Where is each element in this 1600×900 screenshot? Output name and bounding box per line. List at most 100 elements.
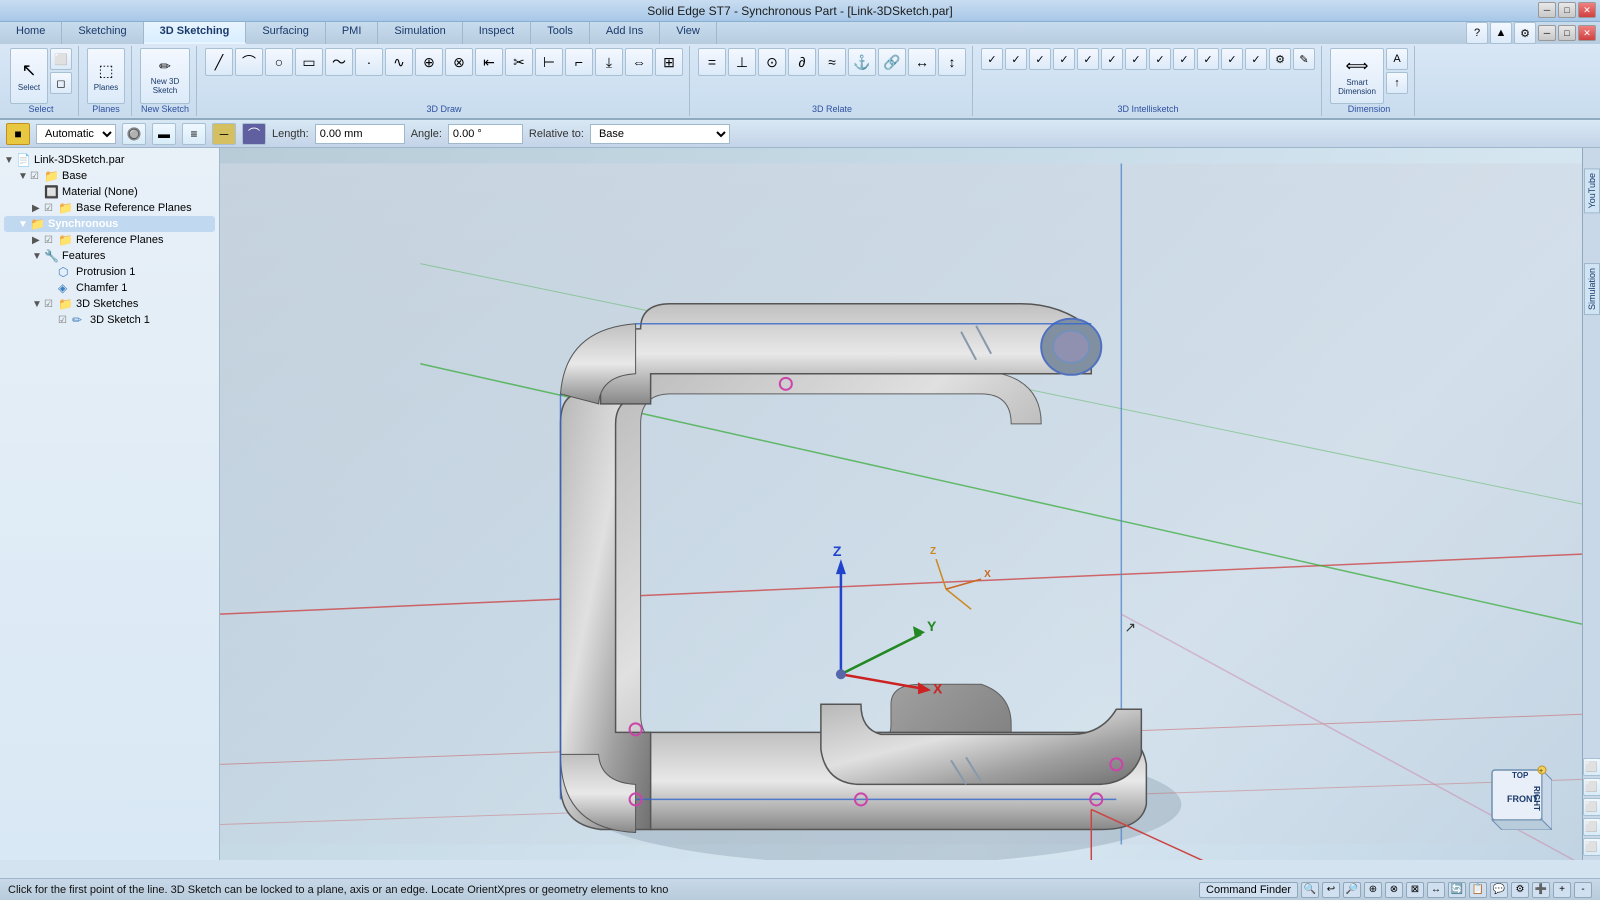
trim-button[interactable]: ✂ [505, 48, 533, 76]
rp-btn4[interactable]: ⬜ [1583, 818, 1600, 836]
tree-item-root[interactable]: ▼ 📄 Link-3DSketch.par [4, 152, 215, 168]
equal-rel-button[interactable]: ≈ [818, 48, 846, 76]
is-btn12[interactable]: ✓ [1245, 48, 1267, 70]
tangent-rel-button[interactable]: ∂ [788, 48, 816, 76]
tree-item-base[interactable]: ▼ ☑ 📁 Base [4, 168, 215, 184]
opt-btn3[interactable]: ≡ [182, 123, 206, 145]
tree-toggle-base-ref[interactable]: ▶ [32, 203, 44, 214]
tree-item-prot1[interactable]: ⬡ Protrusion 1 [4, 264, 215, 280]
is-btn7[interactable]: ✓ [1125, 48, 1147, 70]
is-btn6[interactable]: ✓ [1101, 48, 1123, 70]
rp-btn1[interactable]: ⬜ [1583, 758, 1600, 776]
vertical-rel-button[interactable]: ↕ [938, 48, 966, 76]
tree-toggle-features[interactable]: ▼ [32, 251, 44, 262]
is-btn3[interactable]: ✓ [1029, 48, 1051, 70]
tab-simulation[interactable]: Simulation [378, 22, 462, 44]
options-button[interactable]: ⚙ [1514, 22, 1536, 44]
status-btn12[interactable]: ➕ [1532, 882, 1550, 898]
dim-btn2[interactable]: ↑ [1386, 72, 1408, 94]
is-btn1[interactable]: ✓ [981, 48, 1003, 70]
fix-rel-button[interactable]: ⚓ [848, 48, 876, 76]
opt-btn5[interactable]: ⌒ [242, 123, 266, 145]
zoom-in-btn[interactable]: + [1553, 882, 1571, 898]
minimize-button[interactable]: ─ [1538, 2, 1556, 18]
app-max-button[interactable]: □ [1558, 25, 1576, 41]
angle-input[interactable] [448, 124, 523, 144]
rectangle-button[interactable]: ▭ [295, 48, 323, 76]
spline-button[interactable]: 〜 [325, 48, 353, 76]
smart-dimension-button[interactable]: ⟺ Smart Dimension [1330, 48, 1384, 104]
select-face-button[interactable]: ⬜ [50, 48, 72, 70]
simulation-tab[interactable]: Simulation [1584, 263, 1600, 315]
tree-toggle-root[interactable]: ▼ [4, 155, 16, 166]
status-btn5[interactable]: ⊗ [1385, 882, 1403, 898]
extend-button[interactable]: ⊢ [535, 48, 563, 76]
coincident-rel-button[interactable]: ⊙ [758, 48, 786, 76]
is-btn4[interactable]: ✓ [1053, 48, 1075, 70]
intersect-button[interactable]: ⊗ [445, 48, 473, 76]
status-btn10[interactable]: 💬 [1490, 882, 1508, 898]
youtube-tab[interactable]: YouTube [1584, 168, 1600, 213]
tree-toggle-3d-sketches[interactable]: ▼ [32, 299, 44, 310]
arc-button[interactable]: ⌒ [235, 48, 263, 76]
tree-item-ref-planes[interactable]: ▶ ☑ 📁 Reference Planes [4, 232, 215, 248]
rp-btn3[interactable]: ⬜ [1583, 798, 1600, 816]
tree-toggle-ref-planes[interactable]: ▶ [32, 235, 44, 246]
tab-sketching[interactable]: Sketching [62, 22, 143, 44]
tree-toggle-base[interactable]: ▼ [18, 171, 30, 182]
mode-select[interactable]: Automatic [36, 124, 116, 144]
point-button[interactable]: · [355, 48, 383, 76]
status-btn1[interactable]: 🔍 [1301, 882, 1319, 898]
tree-toggle-sync[interactable]: ▼ [18, 219, 30, 230]
dim-btn1[interactable]: A [1386, 48, 1408, 70]
offset-button[interactable]: ⇤ [475, 48, 503, 76]
is-btn5[interactable]: ✓ [1077, 48, 1099, 70]
tab-inspect[interactable]: Inspect [463, 22, 531, 44]
opt-btn1[interactable]: 🔘 [122, 123, 146, 145]
zoom-out-btn[interactable]: - [1574, 882, 1592, 898]
viewport[interactable]: R50 Z Y X [220, 148, 1582, 860]
status-btn4[interactable]: ⊕ [1364, 882, 1382, 898]
tree-item-cham1[interactable]: ◈ Chamfer 1 [4, 280, 215, 296]
tab-pmi[interactable]: PMI [326, 22, 379, 44]
tree-item-material[interactable]: 🔲 Material (None) [4, 184, 215, 200]
sketch-color-button[interactable]: ■ [6, 123, 30, 145]
project-button[interactable]: ⊕ [415, 48, 443, 76]
tree-item-3d-sketch1[interactable]: ☑ ✏ 3D Sketch 1 [4, 312, 215, 328]
is-btn2[interactable]: ✓ [1005, 48, 1027, 70]
tab-view[interactable]: View [660, 22, 717, 44]
select-edge-button[interactable]: ◻ [50, 72, 72, 94]
3d-curve-button[interactable]: ∿ [385, 48, 413, 76]
app-close-button[interactable]: ✕ [1578, 25, 1596, 41]
opt-btn4[interactable]: ─ [212, 123, 236, 145]
maximize-button[interactable]: □ [1558, 2, 1576, 18]
is-btn9[interactable]: ✓ [1173, 48, 1195, 70]
rp-btn5[interactable]: ⬜ [1583, 838, 1600, 856]
relative-select[interactable]: Base [590, 124, 730, 144]
tab-surfacing[interactable]: Surfacing [246, 22, 325, 44]
status-btn8[interactable]: 🔄 [1448, 882, 1466, 898]
fillet-button[interactable]: ⌐ [565, 48, 593, 76]
tab-home[interactable]: Home [0, 22, 62, 44]
break-button[interactable]: ⤓ [595, 48, 623, 76]
tree-item-3d-sketches[interactable]: ▼ ☑ 📁 3D Sketches [4, 296, 215, 312]
planes-button[interactable]: ⬚ Planes [87, 48, 125, 104]
status-btn3[interactable]: 🔎 [1343, 882, 1361, 898]
is-btn13[interactable]: ⚙ [1269, 48, 1291, 70]
coord-cube[interactable]: FRONT RIGHT TOP + [1482, 760, 1552, 830]
select-button[interactable]: ↖ Select [10, 48, 48, 104]
help-button[interactable]: ? [1466, 22, 1488, 44]
line-button[interactable]: ╱ [205, 48, 233, 76]
circle-button[interactable]: ○ [265, 48, 293, 76]
tab-3d-sketching[interactable]: 3D Sketching [144, 22, 247, 44]
status-btn9[interactable]: 📋 [1469, 882, 1487, 898]
tree-item-features[interactable]: ▼ 🔧 Features [4, 248, 215, 264]
perpendicular-rel-button[interactable]: ⊥ [728, 48, 756, 76]
tree-item-sync[interactable]: ▼ 📁 Synchronous [4, 216, 215, 232]
tab-addins[interactable]: Add Ins [590, 22, 660, 44]
is-btn11[interactable]: ✓ [1221, 48, 1243, 70]
opt-btn2[interactable]: ▬ [152, 123, 176, 145]
tab-tools[interactable]: Tools [531, 22, 590, 44]
rp-btn2[interactable]: ⬜ [1583, 778, 1600, 796]
app-min-button[interactable]: ─ [1538, 25, 1556, 41]
